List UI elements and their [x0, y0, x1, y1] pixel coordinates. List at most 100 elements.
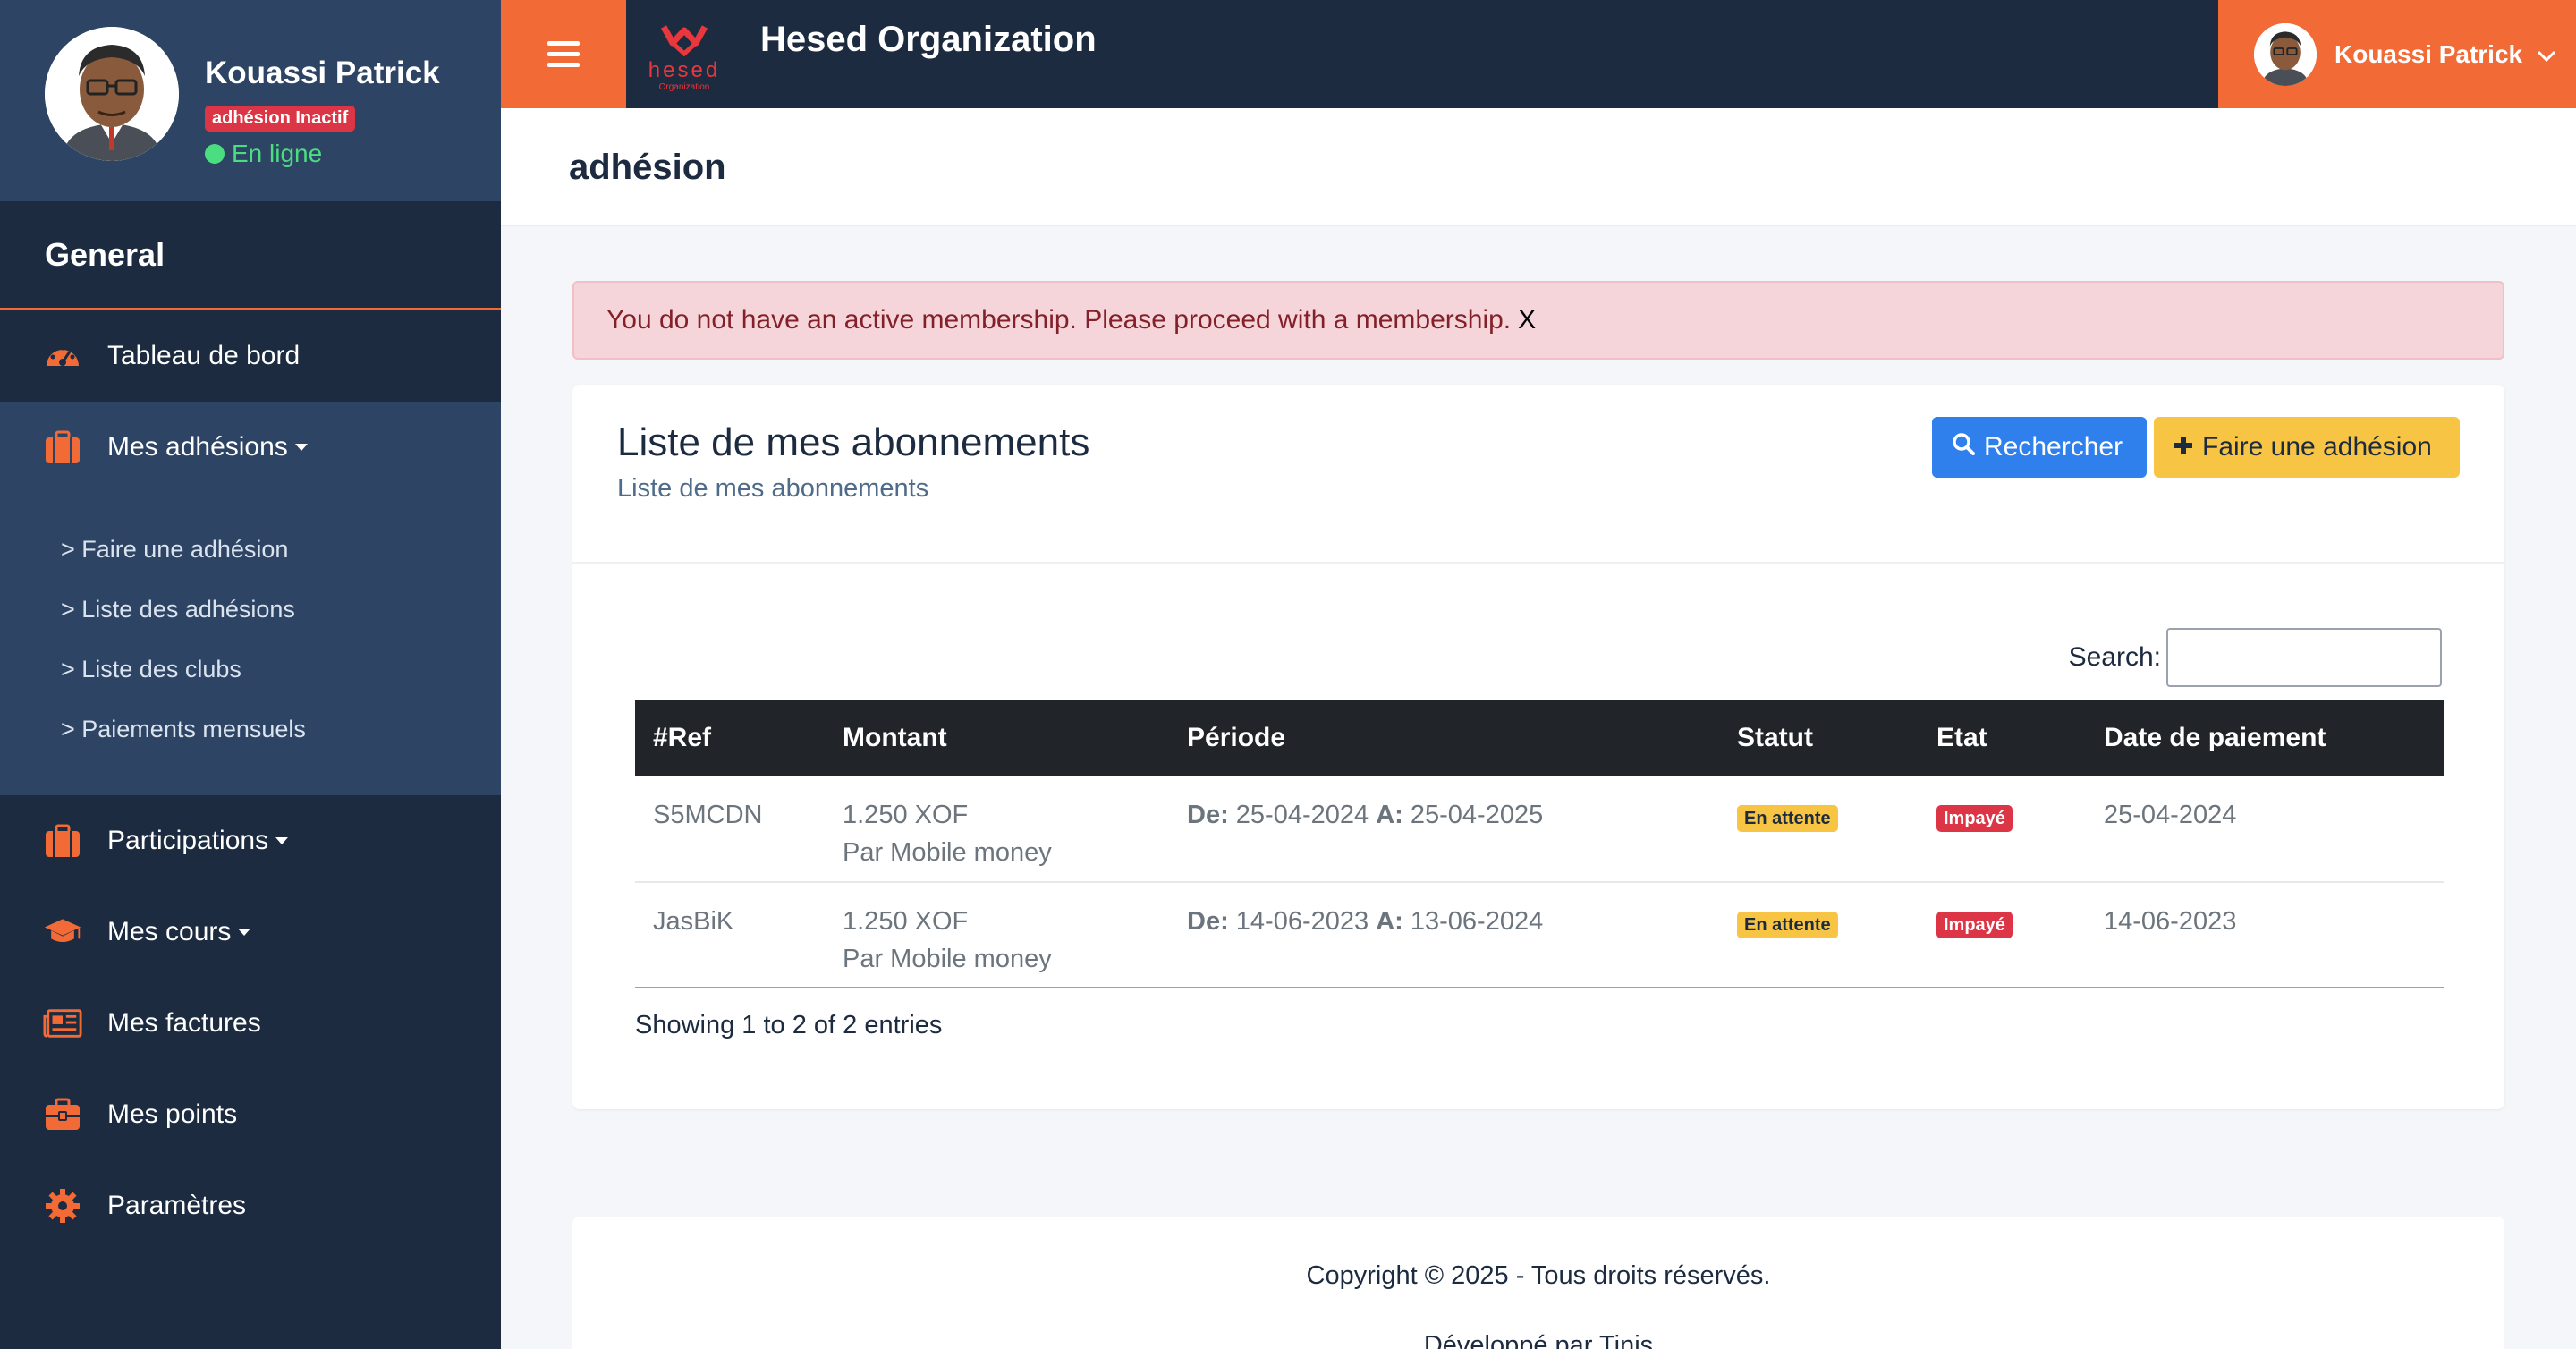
caret-down-icon	[294, 444, 308, 451]
page-title: adhésion	[569, 148, 726, 187]
subscriptions-table: #Ref Montant Période Statut Etat Date de…	[635, 700, 2444, 988]
sidebar-item-label: Mes points	[107, 1099, 238, 1129]
period-to: 25-04-2025	[1410, 801, 1544, 829]
table-header-row: #Ref Montant Période Statut Etat Date de…	[635, 700, 2444, 776]
online-dot-icon	[205, 144, 225, 164]
period-to-label: A:	[1376, 801, 1403, 829]
state-badge: Impayé	[1936, 805, 2012, 832]
payment-method: Par Mobile money	[843, 945, 1052, 973]
user-menu-dropdown[interactable]: Kouassi Patrick	[2218, 0, 2576, 108]
hamburger-menu-button[interactable]	[501, 0, 626, 108]
sidebar-item-courses[interactable]: Mes cours	[0, 887, 501, 978]
cell-status: En attente	[1719, 882, 1919, 988]
submenu-item-membership-list[interactable]: > Liste des adhésions	[0, 580, 501, 640]
toolbox-icon	[43, 1095, 82, 1134]
cell-period: De: 25-04-2024 A: 25-04-2025	[1169, 776, 1719, 882]
cell-state: Impayé	[1919, 882, 2086, 988]
state-badge: Impayé	[1936, 912, 2012, 938]
caret-down-icon	[275, 837, 289, 844]
submenu-item-club-list[interactable]: > Liste des clubs	[0, 640, 501, 700]
plus-icon	[2174, 432, 2193, 462]
card-header: Liste de mes abonnements Liste de mes ab…	[572, 385, 2504, 564]
user-panel: Kouassi Patrick adhésion Inactif En lign…	[0, 0, 501, 201]
sidebar-item-participations[interactable]: Participations	[0, 795, 501, 887]
table-search-input[interactable]	[2166, 628, 2442, 687]
table-search: Search:	[635, 628, 2442, 687]
logo-text: hesed	[648, 58, 720, 82]
column-header-amount[interactable]: Montant	[825, 700, 1169, 776]
sidebar-item-dashboard[interactable]: Tableau de bord	[0, 310, 501, 402]
amount-value: 1.250 XOF	[843, 907, 969, 936]
cell-status: En attente	[1719, 776, 1919, 882]
sidebar-item-memberships[interactable]: Mes adhésions	[0, 402, 501, 493]
period-from-label: De:	[1187, 907, 1229, 936]
sidebar-item-settings[interactable]: Paramètres	[0, 1160, 501, 1251]
sidebar-nav: Tableau de bord Mes adhésions	[0, 310, 501, 493]
column-header-status[interactable]: Statut	[1719, 700, 1919, 776]
column-header-ref[interactable]: #Ref	[635, 700, 825, 776]
sidebar-nav-lower: Participations Mes cours Mes factures Me…	[0, 795, 501, 1251]
sidebar-item-label: Tableau de bord	[107, 341, 301, 370]
brand-logo[interactable]: hesed Organization	[644, 13, 724, 95]
sidebar-item-points[interactable]: Mes points	[0, 1069, 501, 1160]
card-title: Liste de mes abonnements	[617, 420, 1090, 464]
card-subtitle: Liste de mes abonnements	[617, 474, 929, 503]
online-status-label: En ligne	[232, 140, 323, 167]
sidebar-item-label: Mes factures	[107, 1008, 261, 1038]
top-navbar: hesed Organization Hesed Organization Ko…	[501, 0, 2576, 108]
membership-alert: You do not have an active membership. Pl…	[572, 281, 2504, 360]
briefcase-icon	[43, 428, 82, 467]
cell-payment-date: 14-06-2023	[2104, 907, 2237, 936]
sidebar-item-invoices[interactable]: Mes factures	[0, 978, 501, 1069]
add-membership-label: Faire une adhésion	[2202, 432, 2432, 462]
period-to-label: A:	[1376, 907, 1403, 936]
payment-method: Par Mobile money	[843, 838, 1052, 867]
page-header: adhésion	[501, 108, 2576, 226]
hamburger-bar	[547, 41, 580, 46]
sidebar-item-label: Mes adhésions	[107, 432, 288, 462]
subscriptions-card: Liste de mes abonnements Liste de mes ab…	[572, 385, 2504, 1109]
footer-copyright: Copyright © 2025 - Tous droits réservés.	[1306, 1261, 1771, 1290]
search-label: Search:	[2068, 642, 2161, 672]
period-from: 14-06-2023	[1235, 907, 1369, 936]
column-header-payment-date[interactable]: Date de paiement	[2086, 700, 2444, 776]
table-row[interactable]: JasBiK 1.250 XOF Par Mobile money De: 14…	[635, 882, 2444, 988]
graduation-cap-icon	[43, 912, 82, 952]
column-header-state[interactable]: Etat	[1919, 700, 2086, 776]
online-status: En ligne	[205, 140, 322, 168]
footer-developer: Développé par Tinis	[1423, 1331, 1654, 1349]
sidebar-item-label: Participations	[107, 826, 269, 855]
alert-close-button[interactable]: X	[1518, 305, 1536, 335]
sidebar-item-label: Mes cours	[107, 917, 232, 946]
user-avatar-small	[2254, 22, 2317, 86]
submenu-item-make-membership[interactable]: > Faire une adhésion	[0, 520, 501, 580]
cell-amount: 1.250 XOF Par Mobile money	[825, 882, 1169, 988]
submenu-item-monthly-payments[interactable]: > Paiements mensuels	[0, 700, 501, 759]
sidebar: Kouassi Patrick adhésion Inactif En lign…	[0, 0, 501, 1349]
hamburger-bar	[547, 63, 580, 67]
user-menu-name: Kouassi Patrick	[2334, 39, 2523, 68]
table-entries-info: Showing 1 to 2 of 2 entries	[635, 1011, 943, 1039]
status-badge: En attente	[1737, 912, 1838, 938]
cell-state: Impayé	[1919, 776, 2086, 882]
column-header-period[interactable]: Période	[1169, 700, 1719, 776]
cell-ref: S5MCDN	[653, 801, 763, 829]
alert-message: You do not have an active membership. Pl…	[606, 305, 1512, 335]
sidebar-section-title: General	[0, 201, 501, 310]
hamburger-bar	[547, 52, 580, 56]
period-to: 13-06-2024	[1410, 907, 1544, 936]
search-button[interactable]: Rechercher	[1932, 417, 2147, 478]
dashboard-gauge-icon	[43, 336, 82, 376]
brand-name: Hesed Organization	[760, 20, 1097, 59]
cell-ref: JasBiK	[653, 907, 734, 936]
add-membership-button[interactable]: Faire une adhésion	[2154, 417, 2460, 478]
user-avatar[interactable]	[45, 27, 179, 161]
newspaper-icon	[43, 1004, 82, 1043]
amount-value: 1.250 XOF	[843, 801, 969, 829]
footer: Copyright © 2025 - Tous droits réservés.…	[572, 1217, 2504, 1349]
cell-amount: 1.250 XOF Par Mobile money	[825, 776, 1169, 882]
user-name: Kouassi Patrick	[205, 55, 440, 90]
status-badge: En attente	[1737, 805, 1838, 832]
table-row[interactable]: S5MCDN 1.250 XOF Par Mobile money De: 25…	[635, 776, 2444, 882]
period-from-label: De:	[1187, 801, 1229, 829]
